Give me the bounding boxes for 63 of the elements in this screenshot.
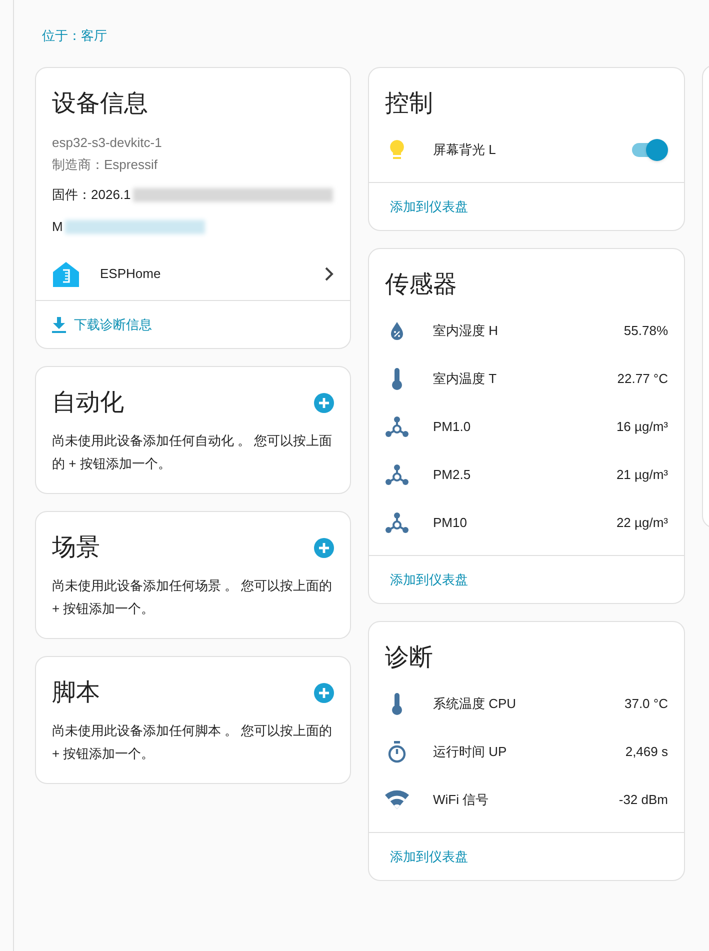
entity-row[interactable]: PM1.0 16 µg/m³ bbox=[369, 403, 684, 451]
entity-name: WiFi 信号 bbox=[433, 791, 490, 810]
entity-name: PM10 bbox=[433, 514, 468, 532]
integration-row[interactable]: ESPHome bbox=[36, 248, 350, 300]
stopwatch-icon bbox=[387, 741, 407, 763]
home-icon bbox=[52, 261, 80, 287]
entity-row[interactable]: PM10 22 µg/m³ bbox=[369, 499, 684, 547]
entity-name: 室内温度 T bbox=[433, 370, 498, 388]
download-icon bbox=[52, 316, 66, 332]
wifi-icon bbox=[385, 790, 409, 810]
thermometer-icon bbox=[391, 692, 403, 716]
firmware-text: 固件：2026.1 bbox=[52, 186, 131, 204]
toggle-switch[interactable] bbox=[630, 139, 668, 161]
card-title: 脚本 bbox=[52, 678, 100, 708]
empty-message: 尚未使用此设备添加任何自动化 。 您可以按上面的 + 按钮添加一个。 bbox=[52, 432, 334, 473]
add-icon[interactable] bbox=[314, 683, 334, 703]
water-drop-icon bbox=[389, 321, 405, 341]
add-icon[interactable] bbox=[314, 538, 334, 558]
molecule-icon bbox=[385, 512, 409, 534]
molecule-icon bbox=[385, 416, 409, 438]
card-title: 控制 bbox=[384, 89, 434, 119]
location-text: 位于：客厅 bbox=[42, 27, 108, 44]
entity-name: PM1.0 bbox=[433, 418, 472, 436]
thermometer-icon bbox=[391, 367, 403, 391]
add-icon[interactable] bbox=[314, 393, 334, 413]
entity-value: 16 µg/m³ bbox=[616, 418, 668, 436]
card-title: 诊断 bbox=[384, 643, 434, 673]
card-title: 传感器 bbox=[384, 270, 458, 300]
entity-row[interactable]: 系统温度 CPU 37.0 °C bbox=[369, 680, 684, 728]
entity-name: 运行时间 UP bbox=[433, 743, 508, 762]
chevron-right-icon bbox=[324, 267, 334, 281]
model-text: esp32-s3-devkitc-1 bbox=[52, 134, 163, 152]
entity-row[interactable]: 运行时间 UP 2,469 s bbox=[369, 728, 684, 776]
add-to-dashboard-link[interactable]: 添加到仪表盘 bbox=[390, 196, 468, 216]
empty-message: 尚未使用此设备添加任何脚本 。 您可以按上面的 + 按钮添加一个。 bbox=[52, 722, 334, 763]
mac-text: M bbox=[52, 218, 63, 236]
entity-value: 22.77 °C bbox=[617, 370, 668, 388]
add-to-dashboard-link[interactable]: 添加到仪表盘 bbox=[390, 846, 468, 866]
card-title: 设备信息 bbox=[52, 89, 149, 119]
entity-row[interactable]: 屏幕背光 L bbox=[369, 126, 684, 174]
entity-value: 21 µg/m³ bbox=[616, 466, 668, 484]
integration-name: ESPHome bbox=[100, 265, 162, 284]
entity-value: 2,469 s bbox=[625, 743, 668, 762]
entity-row[interactable]: WiFi 信号 -32 dBm bbox=[369, 776, 684, 824]
download-diagnostics-link[interactable]: 下载诊断信息 bbox=[52, 314, 152, 334]
card-title: 自动化 bbox=[52, 388, 124, 418]
entity-name: 屏幕背光 L bbox=[433, 141, 497, 160]
entity-name: 室内湿度 H bbox=[433, 322, 499, 340]
card-title: 场景 bbox=[52, 533, 100, 563]
manufacturer-text: 制造商：Espressif bbox=[52, 156, 158, 174]
empty-message: 尚未使用此设备添加任何场景 。 您可以按上面的 + 按钮添加一个。 bbox=[52, 577, 334, 618]
entity-name: PM2.5 bbox=[433, 466, 472, 484]
entity-value: 55.78% bbox=[624, 322, 668, 340]
entity-row[interactable]: PM2.5 21 µg/m³ bbox=[369, 451, 684, 499]
entity-value: 37.0 °C bbox=[624, 695, 668, 714]
lightbulb-icon bbox=[388, 139, 406, 161]
add-to-dashboard-link[interactable]: 添加到仪表盘 bbox=[390, 570, 468, 590]
molecule-icon bbox=[385, 464, 409, 486]
entity-row[interactable]: 室内湿度 H 55.78% bbox=[369, 307, 684, 355]
entity-name: 系统温度 CPU bbox=[433, 695, 518, 714]
entity-value: 22 µg/m³ bbox=[616, 514, 668, 532]
entity-value: -32 dBm bbox=[618, 791, 668, 810]
entity-row[interactable]: 室内温度 T 22.77 °C bbox=[369, 355, 684, 403]
